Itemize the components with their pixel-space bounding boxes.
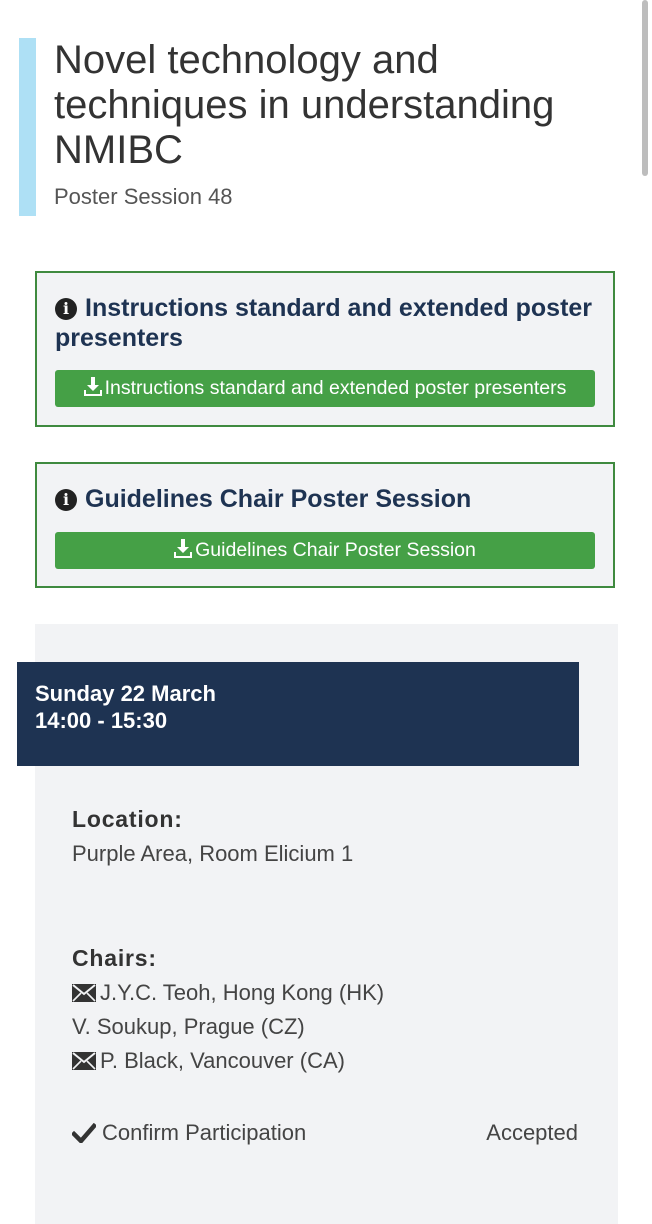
envelope-icon[interactable]: [72, 1046, 96, 1080]
instructions-heading: i Instructions standard and extended post…: [55, 293, 595, 353]
location-value: Purple Area, Room Elicium 1: [72, 841, 354, 866]
chair-item: P. Black, Vancouver (CA): [72, 1044, 345, 1080]
participation-status: Accepted: [486, 1120, 578, 1145]
guidelines-heading-text: Guidelines Chair Poster Session: [85, 485, 472, 513]
date-banner: Sunday 22 March 14:00 - 15:30: [17, 662, 579, 766]
confirm-participation-label: Confirm Participation: [102, 1120, 307, 1145]
chair-name: P. Black, Vancouver (CA): [100, 1048, 345, 1073]
confirm-participation[interactable]: Confirm Participation: [70, 1120, 307, 1149]
download-guidelines-label: Guidelines Chair Poster Session: [195, 539, 476, 561]
download-guidelines-button[interactable]: Guidelines Chair Poster Session: [55, 532, 595, 569]
download-icon: [83, 372, 102, 407]
instructions-heading-text: Instructions standard and extended poste…: [55, 294, 593, 352]
chair-item: V. Soukup, Prague (CZ): [72, 1010, 305, 1044]
guidelines-box: i Guidelines Chair Poster Session Guideli…: [35, 462, 615, 588]
session-subtitle: Poster Session 48: [54, 184, 233, 209]
location-label: Location:: [72, 806, 183, 832]
chair-item: J.Y.C. Teoh, Hong Kong (HK): [72, 976, 384, 1012]
download-icon: [174, 534, 193, 569]
info-icon: i: [55, 298, 77, 320]
scrollbar[interactable]: [642, 0, 648, 176]
chairs-label: Chairs:: [72, 945, 157, 971]
guidelines-heading: i Guidelines Chair Poster Session: [55, 484, 595, 514]
download-instructions-button[interactable]: Instructions standard and extended poste…: [55, 370, 595, 407]
instructions-box: i Instructions standard and extended post…: [35, 271, 615, 427]
info-icon: i: [55, 489, 77, 511]
download-instructions-label: Instructions standard and extended poste…: [104, 377, 567, 399]
session-day: Sunday 22 March: [35, 681, 216, 706]
session-title: Novel technology and techniques in under…: [54, 38, 555, 172]
session-time: 14:00 - 15:30: [35, 708, 168, 733]
accent-bar: [19, 38, 36, 216]
envelope-icon[interactable]: [72, 978, 96, 1012]
chair-name: V. Soukup, Prague (CZ): [72, 1014, 305, 1039]
chair-name: J.Y.C. Teoh, Hong Kong (HK): [100, 980, 385, 1005]
check-icon: [70, 1122, 98, 1149]
